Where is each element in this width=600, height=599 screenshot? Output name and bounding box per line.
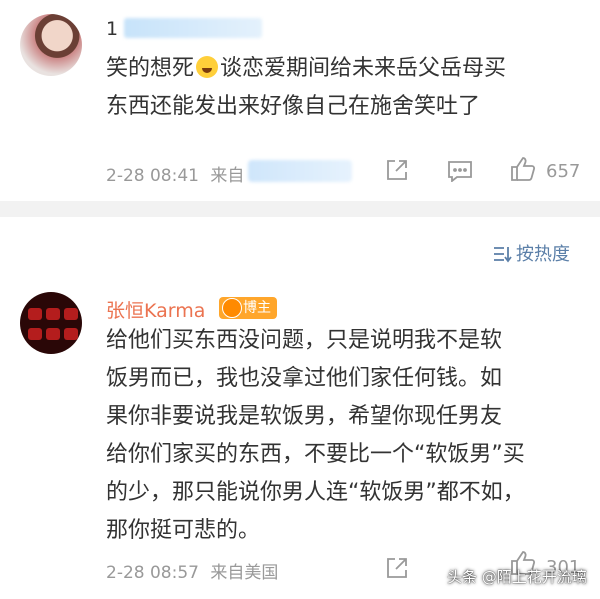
comment-text: 笑的想死 谈恋爱期间给未来岳父岳母买 东西还能发出来好像自己在施舍笑吐了 [106, 50, 506, 126]
like-count: 657 [546, 161, 581, 182]
avatar-detail [28, 308, 42, 320]
avatar-detail [64, 328, 78, 340]
avatar-detail [46, 328, 60, 340]
crown-icon [222, 298, 242, 318]
comment-time: 2-28 08:41 [106, 166, 199, 186]
comment-meta: 2-28 08:57 来自美国 [106, 558, 278, 583]
avatar-detail [28, 328, 42, 340]
forward-icon[interactable] [385, 556, 409, 580]
comment-meta: 2-28 08:41 来自 [106, 161, 244, 186]
comment-text-line: 给你们家买的东西，不要比一个“软饭男”买 [106, 442, 525, 467]
comment-text: 给他们买东西没问题，只是说明我不是软 饭男而已，我也没拿过他们家任何钱。如 果你… [106, 322, 525, 550]
comment-source-label: 来自 [210, 166, 245, 186]
comment-text-line: 给他们买东西没问题，只是说明我不是软 [106, 328, 503, 353]
laughing-crying-emoji-icon [196, 56, 219, 78]
user-avatar[interactable] [20, 292, 82, 354]
comment-icon[interactable] [447, 160, 473, 182]
comment-text-line: 果你非要说我是软饭男，希望你现任男友 [106, 404, 503, 429]
blogger-badge: 博主 [219, 297, 277, 319]
avatar-detail [46, 308, 60, 320]
badge-label: 博主 [243, 300, 271, 316]
comment-source: 来自美国 [210, 563, 279, 583]
sort-label: 按热度 [516, 244, 570, 265]
sort-icon [494, 247, 512, 263]
comment-time: 2-28 08:57 [106, 563, 199, 583]
comment-card-1: 1 笑的想死 谈恋爱期间给未来岳父岳母买 东西还能发出来好像自己在施舍笑吐了 2-… [0, 0, 600, 201]
like-icon[interactable] [509, 156, 537, 182]
comment-text-line: 的少，那只能说你男人连“软饭男”都不如， [106, 480, 525, 505]
avatar-detail [64, 308, 78, 320]
source-blur-mask [248, 160, 352, 182]
comment-text-line: 饭男而已，我也没拿过他们家任何钱。如 [106, 366, 503, 391]
sort-by-hot-button[interactable]: 按热度 [492, 240, 570, 266]
comment-text-line: 那你挺可悲的。 [106, 518, 261, 543]
section-divider [0, 201, 600, 217]
comment-text-line: 东西还能发出来好像自己在施舍笑吐了 [106, 94, 481, 119]
forward-icon[interactable] [385, 158, 409, 182]
user-avatar[interactable] [20, 14, 82, 76]
source-watermark: 头条 @陌上花开流璃 [447, 568, 587, 586]
comment-username[interactable]: 1 [106, 18, 118, 40]
comment-text-part: 谈恋爱期间给未来岳父岳母买 [220, 56, 507, 81]
username-blur-mask [124, 18, 262, 38]
comment-text-part: 笑的想死 [106, 56, 195, 81]
comment-username[interactable]: 张恒Karma [106, 296, 205, 323]
